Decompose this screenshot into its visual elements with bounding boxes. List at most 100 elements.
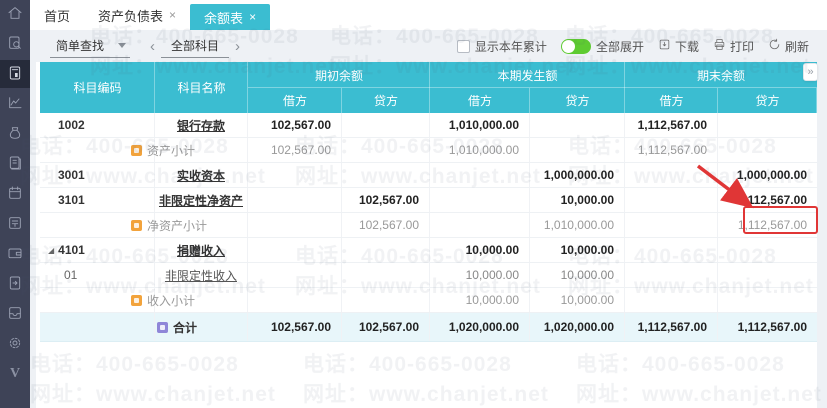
subject-code: 4101 bbox=[58, 243, 85, 257]
opening-debit bbox=[248, 288, 342, 312]
ending-credit: 112,567.00 bbox=[747, 193, 807, 207]
col-group-current-period: 本期发生额 bbox=[430, 62, 625, 88]
col-header-debit: 借方 bbox=[430, 88, 530, 113]
subtotal-label: 资产小计 bbox=[147, 143, 196, 158]
expand-caret-icon[interactable]: ◢ bbox=[48, 246, 54, 255]
opening-credit: 102,567.00 bbox=[342, 188, 430, 212]
refresh-button[interactable]: 刷新 bbox=[768, 38, 809, 55]
report-toolbar: 简单查找 ‹ 全部科目 › 显示本年累计 全部展开 下载 打印 刷新 bbox=[30, 30, 827, 62]
subtotal-icon bbox=[131, 219, 142, 231]
brand-v-logo: V bbox=[9, 366, 21, 381]
ending-credit bbox=[718, 238, 817, 262]
ending-debit bbox=[625, 263, 718, 287]
download-icon bbox=[658, 38, 671, 54]
sidebar-item-money-bag[interactable] bbox=[0, 120, 30, 148]
voucher-search-icon bbox=[7, 35, 23, 54]
opening-credit bbox=[342, 263, 430, 287]
calendar-icon bbox=[7, 185, 23, 204]
tab-home[interactable]: 首页 bbox=[30, 0, 84, 30]
subject-name-link[interactable]: 非限定性收入 bbox=[165, 267, 237, 284]
period-debit bbox=[430, 213, 530, 237]
table-row: 3001 实收资本 1,000,000.00 1,000,000.00 bbox=[40, 163, 817, 188]
subject-code: 3101 bbox=[40, 188, 155, 212]
opening-credit: 102,567.00 bbox=[342, 313, 430, 341]
col-group-opening-balance: 期初余额 bbox=[248, 62, 430, 88]
ending-debit: 1,112,567.00 bbox=[625, 113, 718, 137]
period-credit: 10,000.00 bbox=[530, 238, 625, 262]
close-icon[interactable]: × bbox=[169, 8, 176, 22]
opening-credit bbox=[342, 113, 430, 137]
opening-debit bbox=[248, 213, 342, 237]
table-row: ◢ 4101 捐赠收入 10,000.00 10,000.00 bbox=[40, 238, 817, 263]
sidebar-item-calendar[interactable] bbox=[0, 180, 30, 208]
subject-code bbox=[40, 313, 155, 341]
opening-debit bbox=[248, 188, 342, 212]
tab-balance-sheet-label: 资产负债表 bbox=[98, 8, 164, 24]
ending-credit: 1,000,000.00 bbox=[736, 168, 807, 182]
ending-credit bbox=[718, 113, 817, 137]
expand-all-toggle[interactable] bbox=[560, 38, 591, 54]
opening-debit bbox=[248, 163, 342, 187]
tab-trial-balance-label: 余额表 bbox=[204, 10, 244, 26]
ending-debit: 1,112,567.00 bbox=[625, 313, 718, 341]
close-icon[interactable]: × bbox=[249, 10, 256, 24]
subject-name-link[interactable]: 银行存款 bbox=[177, 117, 225, 134]
download-button[interactable]: 下载 bbox=[658, 38, 699, 55]
subject-scope-select[interactable]: 全部科目 bbox=[161, 35, 230, 58]
period-debit: 1,010,000.00 bbox=[430, 138, 530, 162]
tab-balance-sheet[interactable]: 资产负债表 × bbox=[84, 0, 190, 30]
refresh-icon bbox=[768, 38, 781, 54]
opening-credit: 102,567.00 bbox=[342, 213, 430, 237]
wallet-icon bbox=[7, 245, 23, 264]
opening-debit bbox=[248, 238, 342, 262]
sidebar-item-invoice[interactable] bbox=[0, 210, 30, 238]
subject-code: 3001 bbox=[40, 163, 155, 187]
chevron-down-icon bbox=[118, 42, 127, 48]
period-debit bbox=[430, 188, 530, 212]
show-ytd-label: 显示本年累计 bbox=[474, 39, 547, 54]
ending-debit bbox=[625, 188, 718, 212]
sidebar-item-brand[interactable]: V bbox=[0, 360, 30, 388]
sidebar-item-settings[interactable] bbox=[0, 330, 30, 358]
ending-credit bbox=[718, 263, 817, 287]
document-export-icon bbox=[7, 275, 23, 294]
next-subject-button[interactable]: › bbox=[229, 39, 246, 54]
ledger-book-icon bbox=[7, 155, 23, 174]
subject-name-link[interactable]: 捐赠收入 bbox=[177, 242, 225, 259]
sidebar-item-ledger-report[interactable] bbox=[0, 60, 30, 88]
sidebar-item-document-export[interactable] bbox=[0, 270, 30, 298]
tab-trial-balance[interactable]: 余额表 × bbox=[190, 4, 271, 30]
tab-home-label: 首页 bbox=[44, 8, 71, 24]
sidebar-item-voucher-search[interactable] bbox=[0, 30, 30, 58]
ending-debit bbox=[625, 163, 718, 187]
home-icon bbox=[7, 5, 23, 24]
more-columns-button[interactable]: » bbox=[803, 63, 818, 81]
print-button[interactable]: 打印 bbox=[713, 38, 754, 55]
period-credit: 10,000.00 bbox=[530, 188, 625, 212]
show-ytd-checkbox[interactable] bbox=[456, 39, 470, 53]
col-header-debit: 借方 bbox=[625, 88, 718, 113]
show-ytd-checkbox-wrap[interactable]: 显示本年累计 bbox=[456, 38, 547, 55]
period-debit: 1,020,000.00 bbox=[430, 313, 530, 341]
prev-subject-button[interactable]: ‹ bbox=[144, 39, 161, 54]
search-mode-label: 简单查找 bbox=[56, 38, 105, 53]
col-header-subject-name: 科目名称 bbox=[155, 62, 248, 113]
sidebar-item-home[interactable] bbox=[0, 0, 30, 28]
ending-credit-annotated: 1,112,567.00 bbox=[737, 218, 807, 232]
period-credit: 10,000.00 bbox=[530, 288, 625, 312]
period-debit: 10,000.00 bbox=[430, 263, 530, 287]
table-row-subtotal: 净资产小计 102,567.00 1,010,000.00 1,112,567.… bbox=[40, 213, 817, 238]
sidebar-item-wallet[interactable] bbox=[0, 240, 30, 268]
search-mode-select[interactable]: 简单查找 bbox=[50, 35, 131, 58]
tab-bar: 首页 资产负债表 × 余额表 × bbox=[30, 0, 827, 30]
total-label: 合计 bbox=[173, 320, 198, 335]
opening-credit bbox=[342, 138, 430, 162]
period-debit: 10,000.00 bbox=[430, 288, 530, 312]
sidebar-item-archive-user[interactable] bbox=[0, 300, 30, 328]
table-row-subtotal: 资产小计 102,567.00 1,010,000.00 1,112,567.0… bbox=[40, 138, 817, 163]
ending-debit: 1,112,567.00 bbox=[625, 138, 718, 162]
subject-name-link[interactable]: 非限定性净资产 bbox=[159, 192, 243, 209]
sidebar-item-ledger-book[interactable] bbox=[0, 150, 30, 178]
sidebar-item-chart[interactable] bbox=[0, 90, 30, 118]
subject-name-link[interactable]: 实收资本 bbox=[177, 167, 225, 184]
